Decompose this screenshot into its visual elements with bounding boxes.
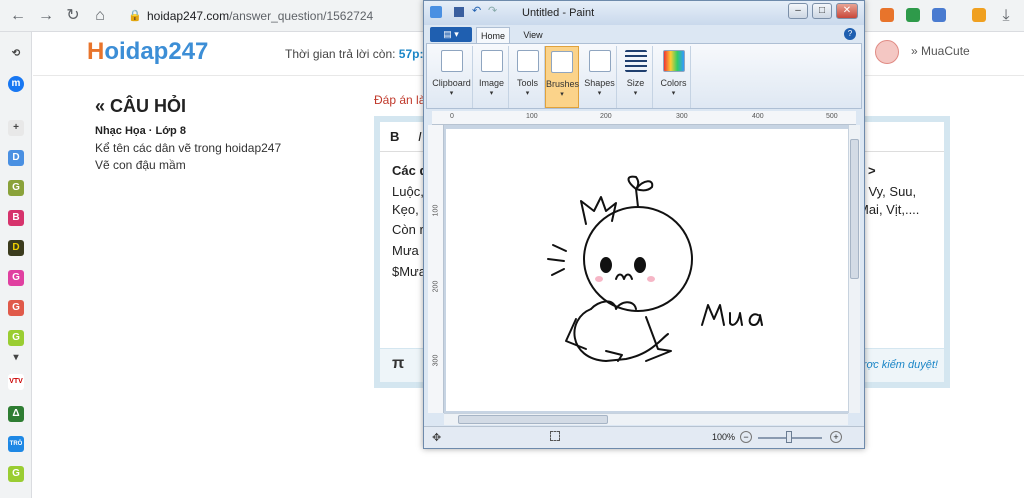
sidebar-app-icon[interactable]: G — [8, 330, 24, 346]
sidebar-app-icon[interactable]: G — [8, 270, 24, 286]
select-icon — [480, 50, 503, 72]
lock-icon: 🔒 — [128, 10, 142, 22]
size-group[interactable]: Size ▾ — [619, 46, 653, 108]
ribbon-tabs: ▤ ▾ Home View ? — [424, 25, 864, 43]
paint-titlebar[interactable]: ↶ ↷ Untitled - Paint – □ ✕ — [424, 1, 864, 25]
add-icon[interactable]: + — [8, 120, 24, 136]
brushes-group[interactable]: Brushes ▾ — [545, 46, 579, 108]
canvas-area: Mưa — [444, 125, 848, 413]
drawing-canvas[interactable]: Mưa — [446, 129, 848, 411]
site-logo[interactable]: Hoidap247 — [87, 38, 208, 66]
colors-icon — [662, 50, 685, 72]
maximize-button[interactable]: □ — [812, 3, 832, 19]
home-icon[interactable]: ⌂ — [90, 6, 110, 26]
tab-home[interactable]: Home — [476, 27, 510, 43]
editor-line: Mưa — [392, 243, 419, 258]
extension-icon[interactable] — [972, 8, 986, 22]
ribbon: Clipboard ▾ Image ▾ Tools ▾ Brushes ▾ Shapes… — [426, 43, 862, 109]
move-icon: ✥ — [432, 432, 442, 444]
shapes-group[interactable]: Shapes ▾ — [583, 46, 617, 108]
brush-icon — [551, 51, 573, 73]
chevron-down-icon[interactable]: ▾ — [8, 350, 24, 366]
close-button[interactable]: ✕ — [836, 3, 858, 19]
avatar[interactable] — [875, 40, 899, 64]
zoom-slider-thumb[interactable] — [786, 431, 792, 443]
shapes-icon — [588, 50, 611, 72]
tools-icon — [516, 50, 539, 72]
editor-line: $Mưa — [392, 264, 426, 279]
tab-view[interactable]: View — [518, 27, 548, 43]
download-icon[interactable]: ⤓ — [996, 6, 1016, 26]
undo-icon[interactable]: ↶ — [472, 4, 481, 17]
scroll-thumb[interactable] — [458, 415, 608, 424]
minimize-button[interactable]: – — [788, 3, 808, 19]
editor-line: Luộc, — [392, 184, 424, 199]
sidebar-app-icon[interactable]: D — [8, 150, 24, 166]
scroll-thumb[interactable] — [850, 139, 859, 279]
italic-button[interactable]: I — [418, 129, 422, 144]
messenger-icon[interactable]: m — [8, 76, 24, 92]
sidebar-app-icon[interactable]: G — [8, 466, 24, 482]
horizontal-ruler: 0 100 200 300 400 500 — [432, 111, 856, 125]
size-icon — [624, 50, 647, 72]
bean-sprout-drawing — [547, 175, 763, 362]
reload-icon[interactable]: ↻ — [63, 6, 83, 26]
moderation-note: rợc kiểm duyệt! — [862, 359, 938, 371]
tools-group[interactable]: Tools ▾ — [511, 46, 545, 108]
user-menu[interactable]: » MuaCute — [911, 44, 970, 58]
zoom-level: 100% — [712, 432, 736, 442]
sidebar-app-icon[interactable]: B — [8, 210, 24, 226]
history-icon[interactable]: ⟲ — [8, 46, 24, 62]
address-bar[interactable]: 🔒 hoidap247.com/answer_question/1562724 — [120, 4, 420, 28]
zoom-in-button[interactable]: + — [830, 431, 842, 443]
answer-label: Đáp án là — [374, 93, 426, 107]
editor-line: Kẹo, I — [392, 202, 426, 217]
editor-line: > — [868, 163, 876, 178]
status-bar: ✥ 100% − + — [424, 426, 864, 448]
url-host: hoidap247.com — [147, 9, 230, 23]
clipboard-group[interactable]: Clipboard ▾ — [431, 46, 473, 108]
file-menu-button[interactable]: ▤ ▾ — [430, 27, 472, 42]
back-icon[interactable]: ← — [8, 6, 28, 26]
url-path: /answer_question/1562724 — [229, 9, 374, 23]
extension-icon[interactable] — [880, 8, 894, 22]
bold-button[interactable]: B — [390, 129, 399, 144]
vtv-icon[interactable]: VTV — [8, 374, 24, 390]
help-icon[interactable]: ? — [844, 28, 856, 40]
drawing-text: Mưa — [446, 129, 447, 130]
vertical-scrollbar[interactable] — [848, 125, 860, 413]
selection-size-icon — [550, 431, 560, 441]
browser-sidebar: ⟲ m + D G B D G G G ▾ VTV Δ TRÒ G — [0, 32, 32, 498]
extension-icon[interactable] — [932, 8, 946, 22]
paint-title: Untitled - Paint — [522, 7, 595, 19]
math-button[interactable]: π — [392, 355, 404, 373]
paint-window[interactable]: ↶ ↷ Untitled - Paint – □ ✕ ▤ ▾ Home View… — [423, 0, 865, 449]
zoom-out-button[interactable]: − — [740, 431, 752, 443]
clipboard-icon — [440, 50, 463, 72]
page-title[interactable]: « CÂU HỎI — [95, 96, 186, 117]
sidebar-app-icon[interactable]: D — [8, 240, 24, 256]
extension-icon[interactable] — [906, 8, 920, 22]
question-text: Kể tên các dân vẽ trong hoidap247 — [95, 141, 282, 155]
save-icon[interactable] — [454, 7, 464, 17]
sidebar-app-icon[interactable]: G — [8, 300, 24, 316]
colors-group[interactable]: Colors ▾ — [657, 46, 691, 108]
game-icon[interactable]: TRÒ — [8, 436, 24, 452]
answer-timer: Thời gian trả lời còn: 57p:5 — [285, 47, 431, 61]
forward-icon[interactable]: → — [36, 6, 56, 26]
sidebar-app-icon[interactable]: G — [8, 180, 24, 196]
image-group[interactable]: Image ▾ — [475, 46, 509, 108]
redo-icon[interactable]: ↷ — [488, 4, 497, 17]
paint-app-icon — [430, 6, 442, 18]
vertical-ruler: 100 200 300 — [428, 125, 444, 413]
editor-line: Mai, Vịt,.... — [858, 202, 920, 217]
game-icon[interactable]: Δ — [8, 406, 24, 422]
question-meta: Nhạc Họa · Lớp 8 — [95, 125, 186, 137]
horizontal-scrollbar[interactable] — [444, 413, 848, 425]
editor-line: Còn r — [392, 222, 424, 237]
question-text: Vẽ con đậu mầm — [95, 158, 186, 172]
